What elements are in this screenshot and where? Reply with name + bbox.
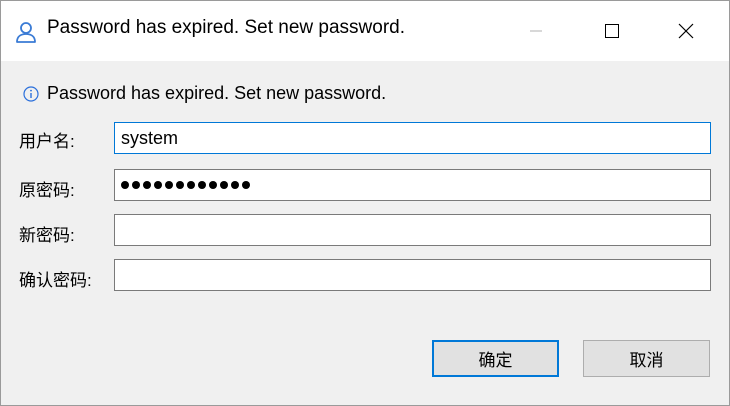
password-dot bbox=[121, 181, 129, 189]
minimize-button[interactable] bbox=[501, 1, 571, 61]
info-message: Password has expired. Set new password. bbox=[23, 83, 386, 104]
new-password-field[interactable] bbox=[114, 214, 711, 246]
password-dot bbox=[143, 181, 151, 189]
window-title: Password has expired. Set new password. bbox=[47, 17, 406, 38]
info-text: Password has expired. Set new password. bbox=[47, 83, 387, 103]
password-dot bbox=[198, 181, 206, 189]
password-dot bbox=[176, 181, 184, 189]
password-mask bbox=[121, 170, 704, 200]
ok-button[interactable]: 确定 bbox=[432, 340, 559, 377]
password-dot bbox=[242, 181, 250, 189]
password-expired-dialog: Password has expired. Set new password. … bbox=[0, 0, 730, 406]
cancel-button[interactable]: 取消 bbox=[583, 340, 710, 377]
confirm-password-label: 确认密码: bbox=[19, 271, 92, 290]
close-icon bbox=[678, 23, 694, 39]
user-icon bbox=[16, 22, 36, 43]
maximize-icon bbox=[605, 24, 619, 38]
minimize-icon bbox=[530, 30, 542, 32]
title-bar: Password has expired. Set new password. bbox=[1, 1, 729, 61]
password-dot bbox=[154, 181, 162, 189]
old-password-field[interactable] bbox=[114, 169, 711, 201]
confirm-password-field[interactable] bbox=[114, 259, 711, 291]
new-password-label: 新密码: bbox=[19, 226, 75, 245]
password-dot bbox=[209, 181, 217, 189]
password-dot bbox=[187, 181, 195, 189]
password-dot bbox=[165, 181, 173, 189]
password-dot bbox=[132, 181, 140, 189]
password-dot bbox=[220, 181, 228, 189]
old-password-label: 原密码: bbox=[19, 181, 75, 200]
password-dot bbox=[231, 181, 239, 189]
close-button[interactable] bbox=[651, 1, 721, 61]
username-label: 用户名: bbox=[19, 132, 75, 151]
info-icon bbox=[23, 85, 39, 102]
username-field[interactable]: system bbox=[114, 122, 711, 154]
maximize-button[interactable] bbox=[577, 1, 647, 61]
